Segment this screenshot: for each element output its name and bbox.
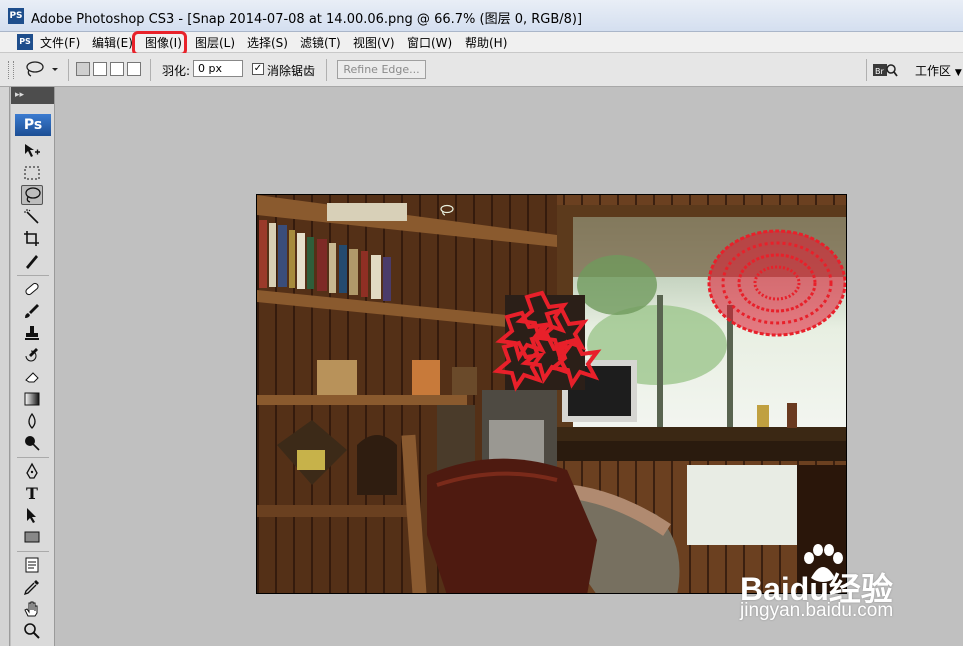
options-separator <box>68 59 69 81</box>
document-menu-icon[interactable]: PS <box>17 34 33 50</box>
feather-input[interactable] <box>193 60 243 77</box>
slice-tool[interactable] <box>21 251 43 271</box>
brush-tool[interactable] <box>21 301 43 321</box>
menu-window[interactable]: 窗口(W) <box>407 34 452 51</box>
document-canvas[interactable] <box>256 194 847 594</box>
blur-tool[interactable] <box>21 411 43 431</box>
menu-select[interactable]: 选择(S) <box>247 34 288 51</box>
options-separator <box>150 59 151 81</box>
options-separator <box>326 59 327 81</box>
intersect-selection-button[interactable] <box>127 62 141 76</box>
options-separator <box>866 59 867 81</box>
lasso-icon <box>26 61 58 77</box>
eraser-tool[interactable] <box>21 367 43 387</box>
pen-tool[interactable] <box>21 461 43 481</box>
history-brush-tool[interactable] <box>21 345 43 365</box>
menu-edit[interactable]: 编辑(E) <box>92 34 133 51</box>
toolbox-panel: ▸▸ Ps T <box>11 87 55 646</box>
gradient-tool[interactable] <box>21 389 43 409</box>
marquee-tool[interactable] <box>21 163 43 183</box>
eyedropper-icon <box>23 580 39 596</box>
add-to-selection-button[interactable] <box>93 62 107 76</box>
clone-stamp-tool[interactable] <box>21 323 43 343</box>
options-grip-handle[interactable] <box>8 61 14 79</box>
menu-view[interactable]: 视图(V) <box>353 34 395 51</box>
title-bar: PS Adobe Photoshop CS3 - [Snap 2014-07-0… <box>0 0 963 32</box>
lasso-icon <box>25 187 41 203</box>
workspace-label: 工作区 <box>915 64 952 78</box>
crop-icon <box>24 231 39 246</box>
menu-file[interactable]: 文件(F) <box>40 34 80 51</box>
history-brush-icon <box>25 348 38 362</box>
refine-edge-button[interactable]: Refine Edge... <box>337 60 426 79</box>
bandage-icon <box>25 282 39 296</box>
tool-preset-picker[interactable] <box>22 59 62 79</box>
path-arrow-icon <box>27 508 36 523</box>
baidu-jingyan-watermark: Baidu经验 jingyan.baidu.com <box>740 544 960 624</box>
move-tool[interactable] <box>21 141 43 161</box>
hand-tool[interactable] <box>21 599 43 619</box>
magic-wand-icon <box>24 209 39 224</box>
rectangle-shape-icon <box>24 531 40 543</box>
type-tool[interactable]: T <box>21 483 43 503</box>
zoom-tool[interactable] <box>21 621 43 641</box>
window-title: Adobe Photoshop CS3 - [Snap 2014-07-08 a… <box>31 12 583 27</box>
path-selection-tool[interactable] <box>21 505 43 525</box>
panel-dock-strip <box>0 87 10 646</box>
magnifier-icon <box>24 623 40 639</box>
circular-lace-selection <box>707 229 846 337</box>
chevron-down-icon <box>52 68 58 71</box>
antialias-checkbox[interactable]: ✓ <box>252 63 264 75</box>
photoshop-logo[interactable]: Ps <box>15 114 51 136</box>
menu-layer[interactable]: 图层(L) <box>195 34 235 51</box>
notes-tool[interactable] <box>21 555 43 575</box>
healing-brush-tool[interactable] <box>21 279 43 299</box>
new-selection-button[interactable] <box>76 62 90 76</box>
note-icon <box>25 557 39 573</box>
eyedropper-tool[interactable] <box>21 577 43 597</box>
hand-icon <box>24 601 38 617</box>
toolbox-collapse-header[interactable]: ▸▸ <box>11 87 54 104</box>
pen-icon <box>26 462 38 479</box>
workspace-menu[interactable]: 工作区 ▼ <box>915 62 962 79</box>
dodge-icon <box>25 436 40 451</box>
toolbox-separator <box>17 275 49 276</box>
feather-label: 羽化: <box>162 64 191 78</box>
options-bar: 羽化: ✓ 消除锯齿 Refine Edge... Br 工作区 ▼ <box>0 53 963 87</box>
subtract-from-selection-button[interactable] <box>110 62 124 76</box>
eraser-icon <box>25 372 39 383</box>
quick-selection-tool[interactable] <box>21 207 43 227</box>
dodge-tool[interactable] <box>21 433 43 453</box>
type-icon: T <box>26 483 38 503</box>
antialias-label: 消除锯齿 <box>267 64 316 78</box>
room-photo <box>257 195 846 593</box>
watermark-url: jingyan.baidu.com <box>740 600 894 621</box>
gradient-icon <box>24 392 40 406</box>
crop-tool[interactable] <box>21 229 43 249</box>
toolbox-separator <box>17 551 49 552</box>
photoshop-app-icon: PS <box>8 8 24 24</box>
chevron-down-icon: ▼ <box>954 68 962 78</box>
menu-help[interactable]: 帮助(H) <box>465 34 507 51</box>
lasso-tool[interactable] <box>21 185 43 205</box>
toolbox-separator <box>17 457 49 458</box>
move-icon <box>25 144 40 157</box>
water-drop-icon <box>28 412 36 429</box>
bridge-icon: Br <box>873 64 898 77</box>
stamp-icon <box>25 326 39 340</box>
marquee-icon <box>24 166 40 180</box>
brush-icon <box>25 304 39 318</box>
bridge-button[interactable]: Br <box>872 61 898 79</box>
menu-filter[interactable]: 滤镜(T) <box>300 34 341 51</box>
svg-text:Br: Br <box>875 67 884 76</box>
shape-tool[interactable] <box>21 527 43 547</box>
slice-knife-icon <box>26 255 38 269</box>
